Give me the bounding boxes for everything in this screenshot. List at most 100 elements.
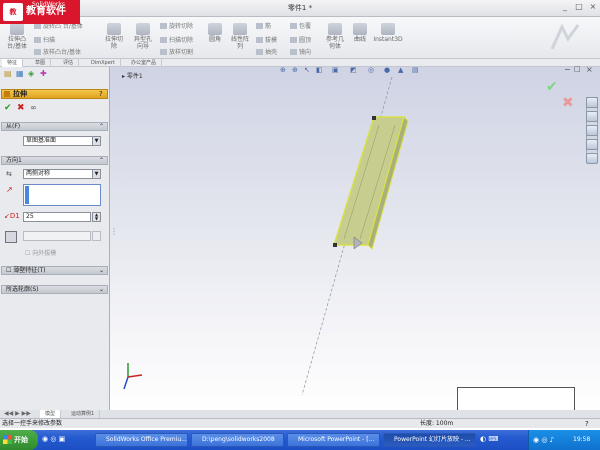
extrude-cut-button[interactable]: 拉伸切 除 (102, 23, 126, 50)
extrude-feature-icon (4, 91, 10, 97)
draft-icon (256, 37, 263, 43)
configuration-tab-icon[interactable]: ◈ (28, 69, 34, 78)
tab-evaluate[interactable]: 评估 (58, 59, 80, 67)
status-bar: 选择一控手来修改参数 长度: 100m ? (0, 418, 600, 428)
depth-spin-button[interactable]: ▲ ▼ (92, 212, 101, 222)
rib-icon (256, 23, 263, 29)
direction1-section-header[interactable]: 方向1 ⌃ (1, 156, 108, 165)
panel-splitter-handle[interactable]: ⋮ (110, 227, 118, 236)
feature-tree-tab-icon[interactable]: ▤ (4, 69, 12, 78)
dimxpert-tab-icon[interactable]: ✚ (40, 69, 47, 78)
depth-input[interactable]: 25 (23, 212, 91, 222)
manager-tabs: ▤ ▦ ◈ ✚ (2, 69, 108, 80)
logo-mark: 教 (3, 3, 23, 21)
direction-reference-box[interactable] (23, 184, 101, 206)
wrap-button[interactable]: 包覆 (290, 21, 311, 30)
selected-contours-section-header[interactable]: 所选轮廓(S) ⌄ (1, 285, 108, 294)
tab-model[interactable]: 模型 (40, 410, 62, 418)
end-condition-select[interactable]: 两侧对称 ▼ (23, 169, 101, 179)
extrude-preview-front (332, 116, 405, 246)
revolve-cut-button[interactable]: 旋转切除 (160, 21, 193, 30)
help-icon[interactable]: ? (99, 90, 103, 99)
fillet-button[interactable]: 圆角 (205, 23, 225, 43)
start-button[interactable]: 开始 (0, 430, 38, 450)
close-button[interactable]: × (588, 2, 598, 12)
minimize-button[interactable]: _ (560, 2, 570, 12)
chevron-down-icon: ▼ (92, 137, 100, 145)
sweep-button[interactable]: 扫描 (34, 35, 55, 44)
document-title: 零件1 * (287, 4, 313, 12)
taskbar-item-explorer[interactable]: D:\peng\solidworks2008 (191, 433, 284, 447)
drag-handle-bottom (333, 243, 337, 247)
collapse-icon: ⌃ (98, 157, 104, 164)
preview-glasses-icon[interactable]: ∞ (30, 103, 37, 112)
language-bar-icons[interactable]: ◐ ⌨ (480, 435, 498, 443)
draft-outward-checkbox[interactable]: ☐ 向外拔模 (25, 248, 56, 257)
depth-icon: ↙D1 (4, 212, 20, 220)
draft-toggle-button[interactable] (5, 231, 17, 243)
rib-button[interactable]: 筋 (256, 21, 271, 30)
draft-button[interactable]: 拔模 (256, 35, 277, 44)
chevron-down-icon: ▼ (92, 170, 100, 178)
status-message: 选择一控手来修改参数 (2, 420, 63, 427)
maximize-button[interactable]: □ (574, 2, 584, 12)
taskbar-item-powerpoint[interactable]: Microsoft PowerPoint - [... (287, 433, 380, 447)
tray-icons[interactable]: ◉ ◎ ♪ (533, 430, 554, 450)
linear-pattern-icon (233, 23, 247, 35)
loft-boss-button[interactable]: 放样凸台/基体 (34, 47, 81, 56)
thin-feature-section-header[interactable]: ☐ 薄壁特征(T) ⌄ (1, 266, 108, 275)
reverse-direction-icon[interactable]: ⇆ (6, 170, 12, 178)
model-viewport[interactable] (110, 67, 600, 410)
loft-cut-icon (160, 49, 167, 55)
hole-wizard-icon (136, 23, 150, 35)
loft-cut-button[interactable]: 放样切割 (160, 47, 193, 56)
taskbar-item-slideshow[interactable]: PowerPoint 幻灯片放映 - ... (383, 433, 476, 447)
tab-motion-study[interactable]: 运动算例1 (66, 410, 101, 418)
resources-icon[interactable] (586, 97, 598, 108)
extrude-boss-button[interactable]: 拉伸凸 台/基体 (4, 23, 30, 50)
reference-geometry-button[interactable]: 参考几 何体 (322, 23, 348, 50)
design-library-icon[interactable] (586, 111, 598, 122)
sweep-cut-button[interactable]: 扫描切除 (160, 35, 193, 44)
tab-office-products[interactable]: 办公室产品 (126, 59, 163, 67)
shell-icon (256, 49, 263, 55)
curves-button[interactable]: 曲线 (350, 23, 370, 43)
tab-sketch[interactable]: 草图 (30, 59, 52, 67)
instant3d-button[interactable]: Instant3D (372, 23, 404, 43)
feature-title: 拉伸 (13, 90, 27, 98)
status-length: 长度: 100m (420, 420, 454, 427)
graphics-area[interactable]: ▸ 零件1 ⊕ ⊕ ↖ ◧ ▣ ◩ ◎ ● ▲ ▤ − □ × ✔ ✖ (110, 65, 600, 410)
draft-angle-input[interactable] (23, 231, 91, 241)
quick-launch-icons[interactable]: ◉ ◎ ▣ (42, 435, 65, 443)
tab-scroll-arrows[interactable]: ◀◀ ▶ ▶▶ (4, 410, 31, 418)
draft-spin-button[interactable] (92, 231, 101, 241)
view-palette-icon[interactable] (586, 139, 598, 150)
linear-pattern-button[interactable]: 线性阵 列 (228, 23, 252, 50)
app-name: SolidWorks (32, 1, 65, 8)
dome-button[interactable]: 圆顶 (290, 35, 311, 44)
sweep-cut-icon (160, 37, 167, 43)
ok-icon[interactable]: ✔ (4, 103, 12, 113)
solidworks-watermark-icon (550, 23, 580, 50)
tab-features[interactable]: 特征 (2, 59, 24, 67)
cancel-icon[interactable]: ✖ (17, 103, 25, 113)
collapse-icon: ⌃ (98, 123, 104, 130)
status-help-icon[interactable]: ? (585, 419, 589, 429)
reference-geometry-icon (328, 23, 342, 35)
taskbar-item-solidworks[interactable]: SolidWorks Office Premiu... (95, 433, 188, 447)
expand-icon: ⌄ (98, 267, 104, 274)
from-section-header[interactable]: 从(F) ⌃ (1, 122, 108, 131)
property-manager-tab-icon[interactable]: ▦ (16, 69, 24, 78)
file-explorer-icon[interactable] (586, 125, 598, 136)
tab-dimxpert[interactable]: DimXpert (86, 59, 121, 67)
instant3d-icon (381, 23, 395, 35)
triad-x-axis (127, 374, 143, 378)
hole-wizard-button[interactable]: 异型孔 向导 (130, 23, 156, 50)
shell-button[interactable]: 抽壳 (256, 47, 277, 56)
mirror-button[interactable]: 镜向 (290, 47, 311, 56)
loft-icon (34, 49, 41, 55)
from-select[interactable]: 草图基准面 ▼ (23, 136, 101, 146)
mirror-icon (290, 49, 297, 55)
appearances-icon[interactable] (586, 153, 598, 164)
windows-taskbar: 开始 ◉ ◎ ▣ SolidWorks Office Premiu... D:\… (0, 430, 600, 450)
